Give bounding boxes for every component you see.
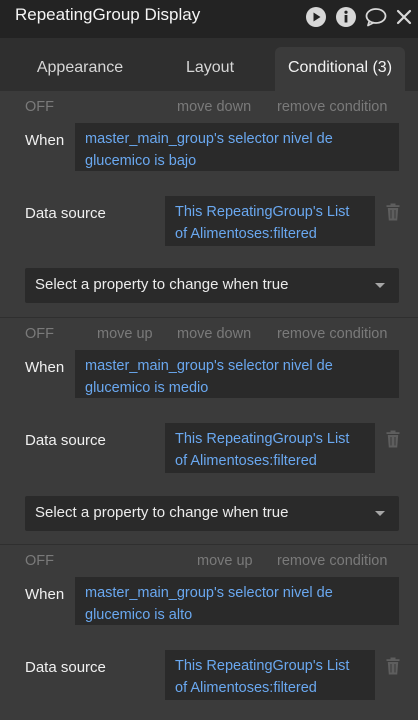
- comment-icon[interactable]: [365, 6, 387, 28]
- when-label: When: [25, 586, 65, 603]
- remove-condition-link[interactable]: remove condition: [277, 326, 387, 342]
- move-down-link[interactable]: move down: [177, 99, 251, 115]
- trash-icon[interactable]: [386, 203, 400, 221]
- data-source-expression[interactable]: This RepeatingGroup's List of Alimentose…: [165, 196, 375, 246]
- condition-block-1: OFF move down remove condition When mast…: [0, 91, 418, 317]
- property-select[interactable]: Select a property to change when true: [25, 496, 399, 531]
- property-select-label: Select a property to change when true: [35, 276, 289, 293]
- data-source-expression[interactable]: This RepeatingGroup's List of Alimentose…: [165, 650, 375, 700]
- window-title: RepeatingGroup Display: [15, 5, 201, 24]
- tab-layout[interactable]: Layout: [150, 47, 270, 91]
- info-icon[interactable]: [335, 6, 357, 28]
- remove-condition-link[interactable]: remove condition: [277, 99, 387, 115]
- trash-icon[interactable]: [386, 657, 400, 675]
- property-select-label: Select a property to change when true: [35, 504, 289, 521]
- tab-bar: Appearance Layout Conditional (3): [0, 38, 418, 91]
- chevron-down-icon: [375, 511, 385, 516]
- move-up-link[interactable]: move up: [97, 326, 153, 342]
- when-expression[interactable]: master_main_group's selector nivel de gl…: [75, 577, 399, 625]
- data-source-label: Data source: [25, 432, 106, 449]
- data-source-label: Data source: [25, 205, 106, 222]
- when-label: When: [25, 132, 65, 149]
- trash-icon[interactable]: [386, 430, 400, 448]
- off-toggle[interactable]: OFF: [25, 553, 54, 569]
- property-select[interactable]: Select a property to change when true: [25, 268, 399, 303]
- play-icon[interactable]: [305, 6, 327, 28]
- data-source-expression[interactable]: This RepeatingGroup's List of Alimentose…: [165, 423, 375, 473]
- remove-condition-link[interactable]: remove condition: [277, 553, 387, 569]
- move-up-link[interactable]: move up: [197, 553, 253, 569]
- when-expression[interactable]: master_main_group's selector nivel de gl…: [75, 123, 399, 171]
- condition-block-2: OFF move up move down remove condition W…: [0, 318, 418, 544]
- tab-conditional[interactable]: Conditional (3): [275, 47, 405, 91]
- data-source-label: Data source: [25, 659, 106, 676]
- when-label: When: [25, 359, 65, 376]
- off-toggle[interactable]: OFF: [25, 326, 54, 342]
- title-bar: RepeatingGroup Display: [0, 0, 418, 38]
- off-toggle[interactable]: OFF: [25, 99, 54, 115]
- tab-appearance[interactable]: Appearance: [10, 47, 150, 91]
- close-icon[interactable]: [393, 6, 415, 28]
- condition-block-3: OFF move up remove condition When master…: [0, 545, 418, 720]
- when-expression[interactable]: master_main_group's selector nivel de gl…: [75, 350, 399, 398]
- move-down-link[interactable]: move down: [177, 326, 251, 342]
- chevron-down-icon: [375, 283, 385, 288]
